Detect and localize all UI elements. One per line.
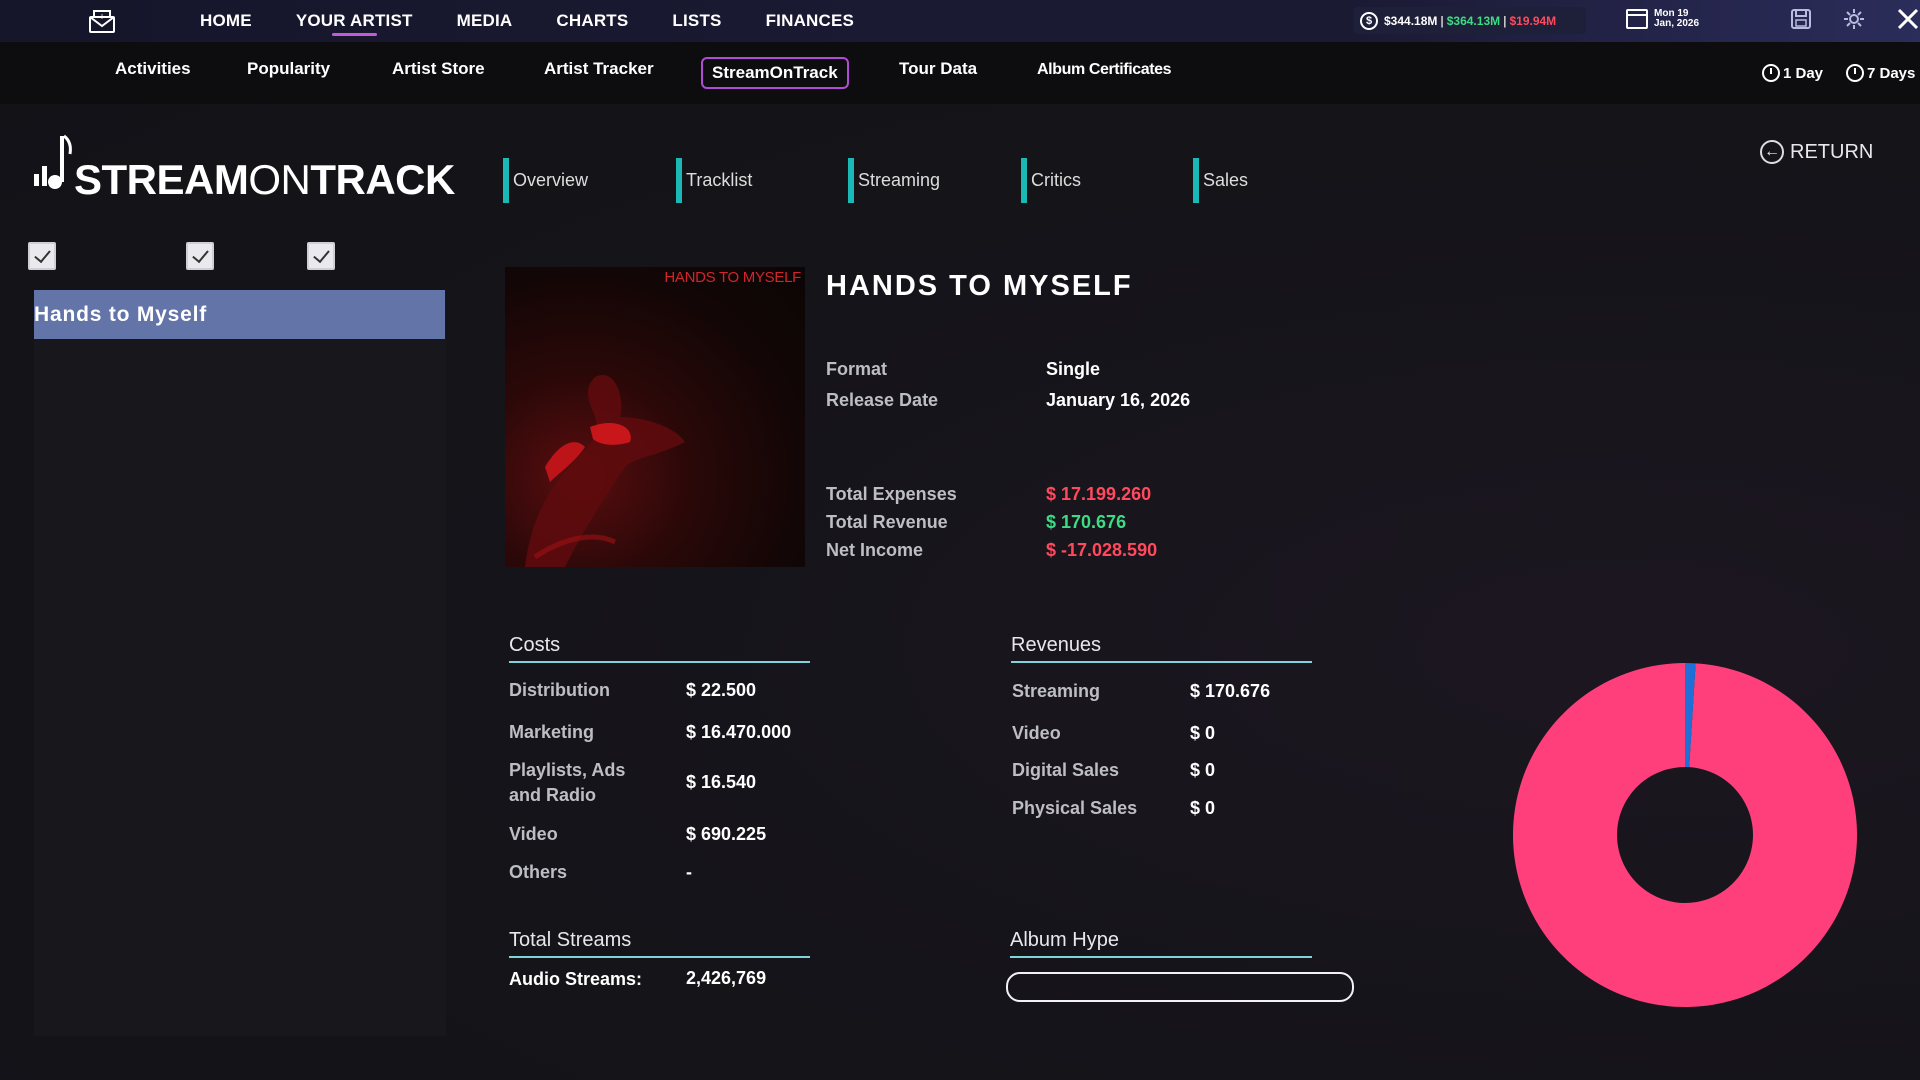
- logo-text: STREAMONTRACK: [74, 159, 455, 201]
- album-hype-heading: Album Hype: [1010, 929, 1312, 958]
- close-icon[interactable]: [1896, 7, 1920, 36]
- nav-charts[interactable]: CHARTS: [556, 0, 628, 42]
- total-streams-heading: Total Streams: [509, 929, 810, 958]
- format-value: Single: [1046, 359, 1101, 379]
- secondary-nav: Activities Popularity Artist Store Artis…: [0, 42, 1920, 104]
- nav-finances[interactable]: FINANCES: [766, 0, 855, 42]
- app-root: ! HOME YOUR ARTIST MEDIA CHARTS LISTS FI…: [0, 0, 1920, 1080]
- save-icon[interactable]: [1790, 8, 1812, 35]
- return-label: RETURN: [1790, 140, 1874, 163]
- subnav-tour-data[interactable]: Tour Data: [899, 59, 977, 79]
- nav-your-artist[interactable]: YOUR ARTIST: [296, 0, 413, 42]
- album-hype-bar: [1006, 972, 1354, 1002]
- dollar-coin-icon: $: [1360, 11, 1378, 30]
- cost-value-others: -: [686, 862, 692, 882]
- net-income-value: $ -17.028.590: [1046, 540, 1158, 560]
- subnav-popularity[interactable]: Popularity: [247, 59, 330, 79]
- money-separator: |: [1440, 13, 1444, 28]
- money-total: $344.18M: [1384, 13, 1438, 28]
- tab-critics[interactable]: Critics: [1021, 158, 1081, 203]
- total-revenue-label: Total Revenue: [826, 512, 948, 532]
- revenue-label-video: Video: [1012, 723, 1061, 743]
- mail-icon[interactable]: !: [88, 8, 116, 34]
- subnav-artist-tracker[interactable]: Artist Tracker: [544, 59, 654, 79]
- release-date-value: January 16, 2026: [1046, 390, 1191, 410]
- cost-value-video: $ 690.225: [686, 824, 767, 844]
- advance-1-day-button[interactable]: 1 Day: [1762, 64, 1823, 82]
- nav-media[interactable]: MEDIA: [457, 0, 513, 42]
- release-date-label: Release Date: [826, 390, 939, 410]
- cost-value-distribution: $ 22.500: [686, 680, 757, 700]
- costs-heading: Costs: [509, 634, 810, 663]
- total-revenue-value: $ 170.676: [1046, 512, 1127, 532]
- advance-7-days-label: 7 Days: [1867, 64, 1916, 82]
- release-title: HANDS TO MYSELF: [826, 270, 1133, 302]
- format-label: Format: [826, 359, 888, 379]
- total-expenses-value: $ 17.199.260: [1046, 484, 1152, 504]
- logo-text-on: ON: [248, 156, 311, 203]
- gear-icon[interactable]: [1842, 7, 1866, 36]
- revenue-label-digital-sales: Digital Sales: [1012, 760, 1120, 780]
- cost-value-playlists: $ 16.540: [686, 772, 757, 792]
- calendar-icon: [1626, 9, 1648, 29]
- clock-icon: [1762, 64, 1780, 82]
- logo-text-track: TRACK: [310, 156, 455, 203]
- money-income: $364.13M: [1446, 13, 1501, 28]
- streamontrack-logo: STREAMONTRACK: [32, 130, 455, 201]
- cost-label-others: Others: [509, 862, 568, 882]
- cover-art: HANDS TO MYSELF: [505, 267, 805, 567]
- revenue-value-streaming: $ 170.676: [1190, 681, 1271, 701]
- filter-checkbox-1[interactable]: [28, 242, 56, 270]
- money-expense: $19.94M: [1509, 13, 1557, 28]
- audio-streams-value: 2,426,769: [686, 968, 767, 988]
- cover-art-title: HANDS TO MYSELF: [664, 269, 801, 286]
- logo-text-stream: STREAM: [74, 156, 249, 203]
- nav-lists[interactable]: LISTS: [672, 0, 721, 42]
- net-income-label: Net Income: [826, 540, 924, 560]
- tab-tracklist[interactable]: Tracklist: [676, 158, 752, 203]
- cost-label-marketing: Marketing: [509, 722, 595, 742]
- revenue-label-streaming: Streaming: [1012, 681, 1101, 701]
- tab-streaming[interactable]: Streaming: [848, 158, 940, 203]
- back-arrow-icon: ←: [1760, 140, 1784, 164]
- cost-label-playlists: Playlists, Ads and Radio: [509, 760, 626, 805]
- subnav-album-certificates[interactable]: Album Certificates: [1037, 61, 1172, 79]
- filter-checkbox-2[interactable]: [186, 242, 214, 270]
- fast-forward-clock-icon: [1846, 64, 1864, 82]
- audio-streams-label: Audio Streams:: [509, 969, 643, 989]
- advance-1-day-label: 1 Day: [1783, 64, 1824, 82]
- nav-home[interactable]: HOME: [200, 0, 252, 42]
- top-navigation-bar: ! HOME YOUR ARTIST MEDIA CHARTS LISTS FI…: [0, 0, 1920, 42]
- money-summary[interactable]: $ $344.18M | $364.13M | $19.94M: [1354, 7, 1586, 34]
- game-date: Mon 19 Jan, 2026: [1626, 9, 1699, 29]
- date-text: Mon 19 Jan, 2026: [1654, 9, 1699, 29]
- cover-art-figure: [525, 375, 685, 567]
- tab-sales[interactable]: Sales: [1193, 158, 1248, 203]
- total-expenses-label: Total Expenses: [826, 484, 957, 504]
- tab-overview[interactable]: Overview: [503, 158, 588, 203]
- revenues-heading: Revenues: [1011, 634, 1312, 663]
- revenue-value-physical-sales: $ 0: [1190, 798, 1216, 818]
- filter-checkbox-3[interactable]: [307, 242, 335, 270]
- release-list: Hands to Myself: [34, 290, 446, 1036]
- cost-label-video: Video: [509, 824, 558, 844]
- cost-label-distribution: Distribution: [509, 680, 610, 700]
- main-nav: HOME YOUR ARTIST MEDIA CHARTS LISTS FINA…: [200, 0, 898, 42]
- revenue-label-physical-sales: Physical Sales: [1012, 798, 1138, 818]
- window-controls: [1760, 0, 1920, 42]
- subnav-activities[interactable]: Activities: [115, 59, 191, 79]
- costs-revenue-donut-chart: [1513, 663, 1857, 1007]
- svg-text:!: !: [101, 13, 104, 21]
- return-button[interactable]: ← RETURN: [1760, 140, 1873, 164]
- cost-value-marketing: $ 16.470.000: [686, 722, 792, 742]
- money-separator: |: [1503, 13, 1507, 28]
- release-list-item-selected[interactable]: Hands to Myself: [34, 290, 445, 339]
- subnav-artist-store[interactable]: Artist Store: [392, 59, 485, 79]
- date-line-2: Jan, 2026: [1654, 18, 1700, 29]
- subnav-streamontrack[interactable]: StreamOnTrack: [701, 57, 849, 89]
- revenue-value-digital-sales: $ 0: [1190, 760, 1216, 780]
- music-note-bars-icon: [32, 130, 74, 201]
- revenue-value-video: $ 0: [1190, 723, 1216, 743]
- advance-7-days-button[interactable]: 7 Days: [1846, 64, 1915, 82]
